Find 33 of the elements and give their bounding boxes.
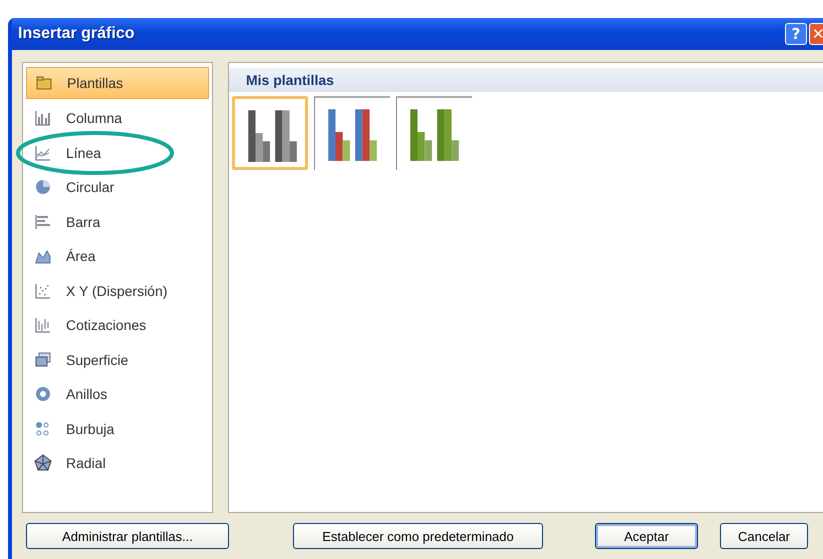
pie-chart-icon [34, 178, 52, 196]
chart-type-item[interactable]: Área [26, 239, 209, 274]
chart-type-item[interactable]: Plantillas [26, 67, 209, 99]
chart-type-item[interactable]: Burbuja [26, 412, 209, 446]
scatter-chart-icon [34, 282, 52, 300]
window-title: Insertar gráfico [18, 25, 136, 43]
doughnut-chart-icon [34, 385, 52, 404]
chart-type-item[interactable]: Cotizaciones [26, 308, 209, 342]
help-button[interactable]: ? [785, 23, 807, 45]
chart-type-item[interactable]: Anillos [26, 377, 209, 412]
chart-type-item[interactable]: Superficie [26, 342, 209, 377]
bar-chart-icon [34, 212, 52, 231]
radar-chart-icon [34, 454, 52, 472]
template-thumbnail[interactable] [232, 96, 308, 170]
chart-type-item[interactable]: Barra [26, 204, 209, 239]
chart-type-item[interactable]: Radial [26, 446, 209, 480]
ok-button[interactable]: Aceptar [595, 523, 698, 549]
chart-type-item[interactable]: Columna [26, 101, 209, 136]
template-thumbnail[interactable] [314, 96, 390, 170]
folder-chart-icon [35, 74, 53, 92]
stock-chart-icon [34, 316, 52, 334]
close-button[interactable]: ✕ [809, 23, 823, 45]
section-heading: Mis plantillas [229, 68, 823, 92]
column-chart-icon [34, 109, 52, 128]
line-chart-icon [34, 144, 52, 162]
template-thumbnail[interactable] [396, 96, 472, 170]
cancel-button[interactable]: Cancelar [720, 523, 808, 549]
surface-chart-icon [34, 350, 52, 369]
manage-templates-button[interactable]: Administrar plantillas... [26, 523, 229, 549]
set-default-button[interactable]: Establecer como predeterminado [293, 523, 543, 549]
chart-type-item[interactable]: X Y (Dispersión) [26, 274, 209, 308]
chart-type-item[interactable]: Línea [26, 136, 209, 170]
chart-type-item[interactable]: Circular [26, 170, 209, 204]
